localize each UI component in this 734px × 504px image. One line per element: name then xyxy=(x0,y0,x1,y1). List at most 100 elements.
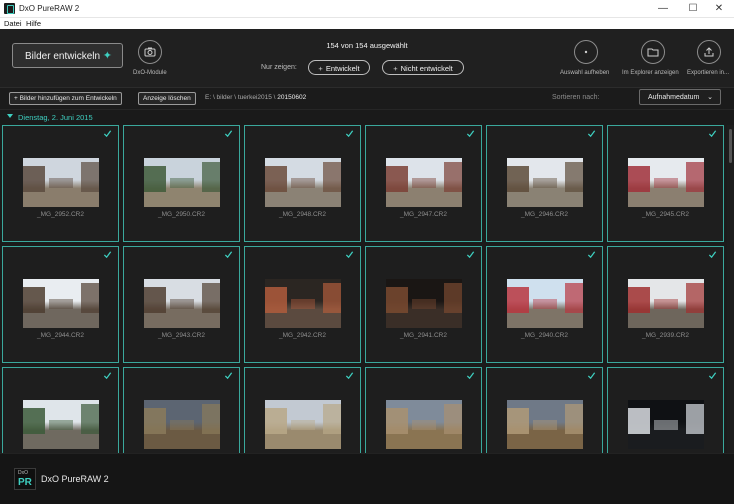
image-tile[interactable]: _MG_2947.CR2 xyxy=(365,125,482,242)
title-bar: DxO PureRAW 2 — ☐ ✕ xyxy=(0,0,734,17)
develop-images-label: Bilder entwickeln xyxy=(25,51,101,62)
folder-path: E: \ bilder \ tuerkei2015 \ 20150602 xyxy=(205,94,306,101)
image-tile[interactable]: _MG_2945.CR2 xyxy=(607,125,724,242)
minimize-button[interactable]: — xyxy=(648,0,678,17)
image-filename: _MG_2941.CR2 xyxy=(400,332,447,339)
image-tile[interactable]: _MG_2934.CR2 xyxy=(486,367,603,453)
image-thumbnail[interactable] xyxy=(628,279,704,328)
main-toolbar: Bilder entwickeln ✦ DxO-Module 154 von 1… xyxy=(0,29,734,87)
path-prefix: E: \ bilder \ tuerkei2015 \ xyxy=(205,94,276,101)
filter-not-developed-label: Nicht entwickelt xyxy=(400,64,453,73)
app-icon xyxy=(4,3,15,14)
add-images-button[interactable]: + Bilder hinzufügen zum Entwickeln xyxy=(9,92,122,105)
export-button[interactable] xyxy=(697,40,721,64)
checkmark-icon[interactable] xyxy=(224,250,233,259)
image-tile[interactable]: _MG_2943.CR2 xyxy=(123,246,240,363)
image-filename: _MG_2943.CR2 xyxy=(158,332,205,339)
image-thumbnail[interactable] xyxy=(628,158,704,207)
image-tile[interactable]: _MG_2936.CR2 xyxy=(244,367,361,453)
image-tile[interactable]: _MG_2948.CR2 xyxy=(244,125,361,242)
checkmark-icon[interactable] xyxy=(466,371,475,380)
menu-file[interactable]: Datei xyxy=(4,19,22,28)
checkmark-icon[interactable] xyxy=(587,250,596,259)
checkmark-icon[interactable] xyxy=(708,250,717,259)
image-thumbnail[interactable] xyxy=(265,158,341,207)
checkmark-icon[interactable] xyxy=(103,250,112,259)
app-logo: DxO PR xyxy=(14,468,36,490)
plus-icon: + xyxy=(393,64,398,73)
checkmark-icon[interactable] xyxy=(224,129,233,138)
show-in-explorer-button[interactable] xyxy=(641,40,665,64)
image-tile[interactable]: _MG_2944.CR2 xyxy=(2,246,119,363)
image-tile[interactable]: _MG_2935.CR2 xyxy=(365,367,482,453)
checkmark-icon[interactable] xyxy=(466,129,475,138)
image-thumbnail[interactable] xyxy=(386,158,462,207)
image-thumbnail[interactable] xyxy=(386,400,462,449)
image-filename: _MG_2939.CR2 xyxy=(642,332,689,339)
selection-count: 154 von 154 ausgewählt xyxy=(326,41,408,50)
sort-label: Sortieren nach: xyxy=(552,94,600,101)
checkmark-icon[interactable] xyxy=(708,129,717,138)
checkmark-icon[interactable] xyxy=(466,250,475,259)
image-filename: _MG_2947.CR2 xyxy=(400,211,447,218)
image-filename: _MG_2948.CR2 xyxy=(279,211,326,218)
export-label: Exportieren in... xyxy=(687,70,730,76)
dxo-modules-label: DxO-Module xyxy=(133,70,167,76)
path-current[interactable]: 20150602 xyxy=(277,94,306,101)
image-tile[interactable]: _MG_2940.CR2 xyxy=(486,246,603,363)
deselect-label: Auswahl aufheben xyxy=(560,70,610,76)
close-button[interactable]: ✕ xyxy=(704,0,734,17)
image-thumbnail[interactable] xyxy=(144,158,220,207)
sort-dropdown[interactable]: Aufnahmedatum ⌄ xyxy=(639,89,721,105)
deselect-button[interactable] xyxy=(574,40,598,64)
image-tile[interactable]: _MG_2946.CR2 xyxy=(486,125,603,242)
scrollbar-thumb[interactable] xyxy=(729,129,732,163)
image-tile[interactable]: _MG_2937.CR2 xyxy=(123,367,240,453)
checkmark-icon[interactable] xyxy=(587,129,596,138)
image-tile[interactable]: _MG_2952.CR2 xyxy=(2,125,119,242)
image-thumbnail[interactable] xyxy=(23,279,99,328)
image-thumbnail[interactable] xyxy=(628,400,704,449)
image-filename: _MG_2950.CR2 xyxy=(158,211,205,218)
window-title: DxO PureRAW 2 xyxy=(19,4,80,13)
checkmark-icon[interactable] xyxy=(103,371,112,380)
clear-view-button[interactable]: Anzeige löschen xyxy=(138,92,196,105)
collapse-triangle-icon[interactable] xyxy=(7,114,13,118)
sort-value: Aufnahmedatum xyxy=(648,94,700,101)
checkmark-icon[interactable] xyxy=(587,371,596,380)
date-group-header[interactable]: Dienstag, 2. Juni 2015 xyxy=(0,109,734,125)
filter-developed-button[interactable]: + Entwickelt xyxy=(308,60,370,75)
image-thumbnail[interactable] xyxy=(507,400,583,449)
image-filename: _MG_2952.CR2 xyxy=(37,211,84,218)
image-tile[interactable]: _MG_2942.CR2 xyxy=(244,246,361,363)
plus-icon: + xyxy=(318,64,323,73)
image-tile[interactable]: _MG_2938.CR2 xyxy=(2,367,119,453)
checkmark-icon[interactable] xyxy=(345,250,354,259)
checkmark-icon[interactable] xyxy=(708,371,717,380)
image-thumbnail[interactable] xyxy=(144,279,220,328)
scrollbar[interactable] xyxy=(727,125,734,453)
image-thumbnail[interactable] xyxy=(23,400,99,449)
image-tile[interactable]: _MG_2939.CR2 xyxy=(607,246,724,363)
menu-help[interactable]: Hilfe xyxy=(26,19,41,28)
image-thumbnail[interactable] xyxy=(386,279,462,328)
checkmark-icon[interactable] xyxy=(345,371,354,380)
image-thumbnail[interactable] xyxy=(144,400,220,449)
logo-dxo-text: DxO xyxy=(18,470,28,476)
checkmark-icon[interactable] xyxy=(103,129,112,138)
checkmark-icon[interactable] xyxy=(345,129,354,138)
image-thumbnail[interactable] xyxy=(23,158,99,207)
filter-not-developed-button[interactable]: + Nicht entwickelt xyxy=(382,60,464,75)
menu-bar: Datei Hilfe xyxy=(0,17,734,29)
image-filename: _MG_2942.CR2 xyxy=(279,332,326,339)
image-tile[interactable]: _MG_2933.CR2 xyxy=(607,367,724,453)
image-thumbnail[interactable] xyxy=(265,279,341,328)
image-tile[interactable]: _MG_2941.CR2 xyxy=(365,246,482,363)
image-thumbnail[interactable] xyxy=(507,158,583,207)
image-tile[interactable]: _MG_2950.CR2 xyxy=(123,125,240,242)
dot-icon xyxy=(584,50,588,54)
image-filename: _MG_2944.CR2 xyxy=(37,332,84,339)
image-thumbnail[interactable] xyxy=(265,400,341,449)
image-thumbnail[interactable] xyxy=(507,279,583,328)
checkmark-icon[interactable] xyxy=(224,371,233,380)
